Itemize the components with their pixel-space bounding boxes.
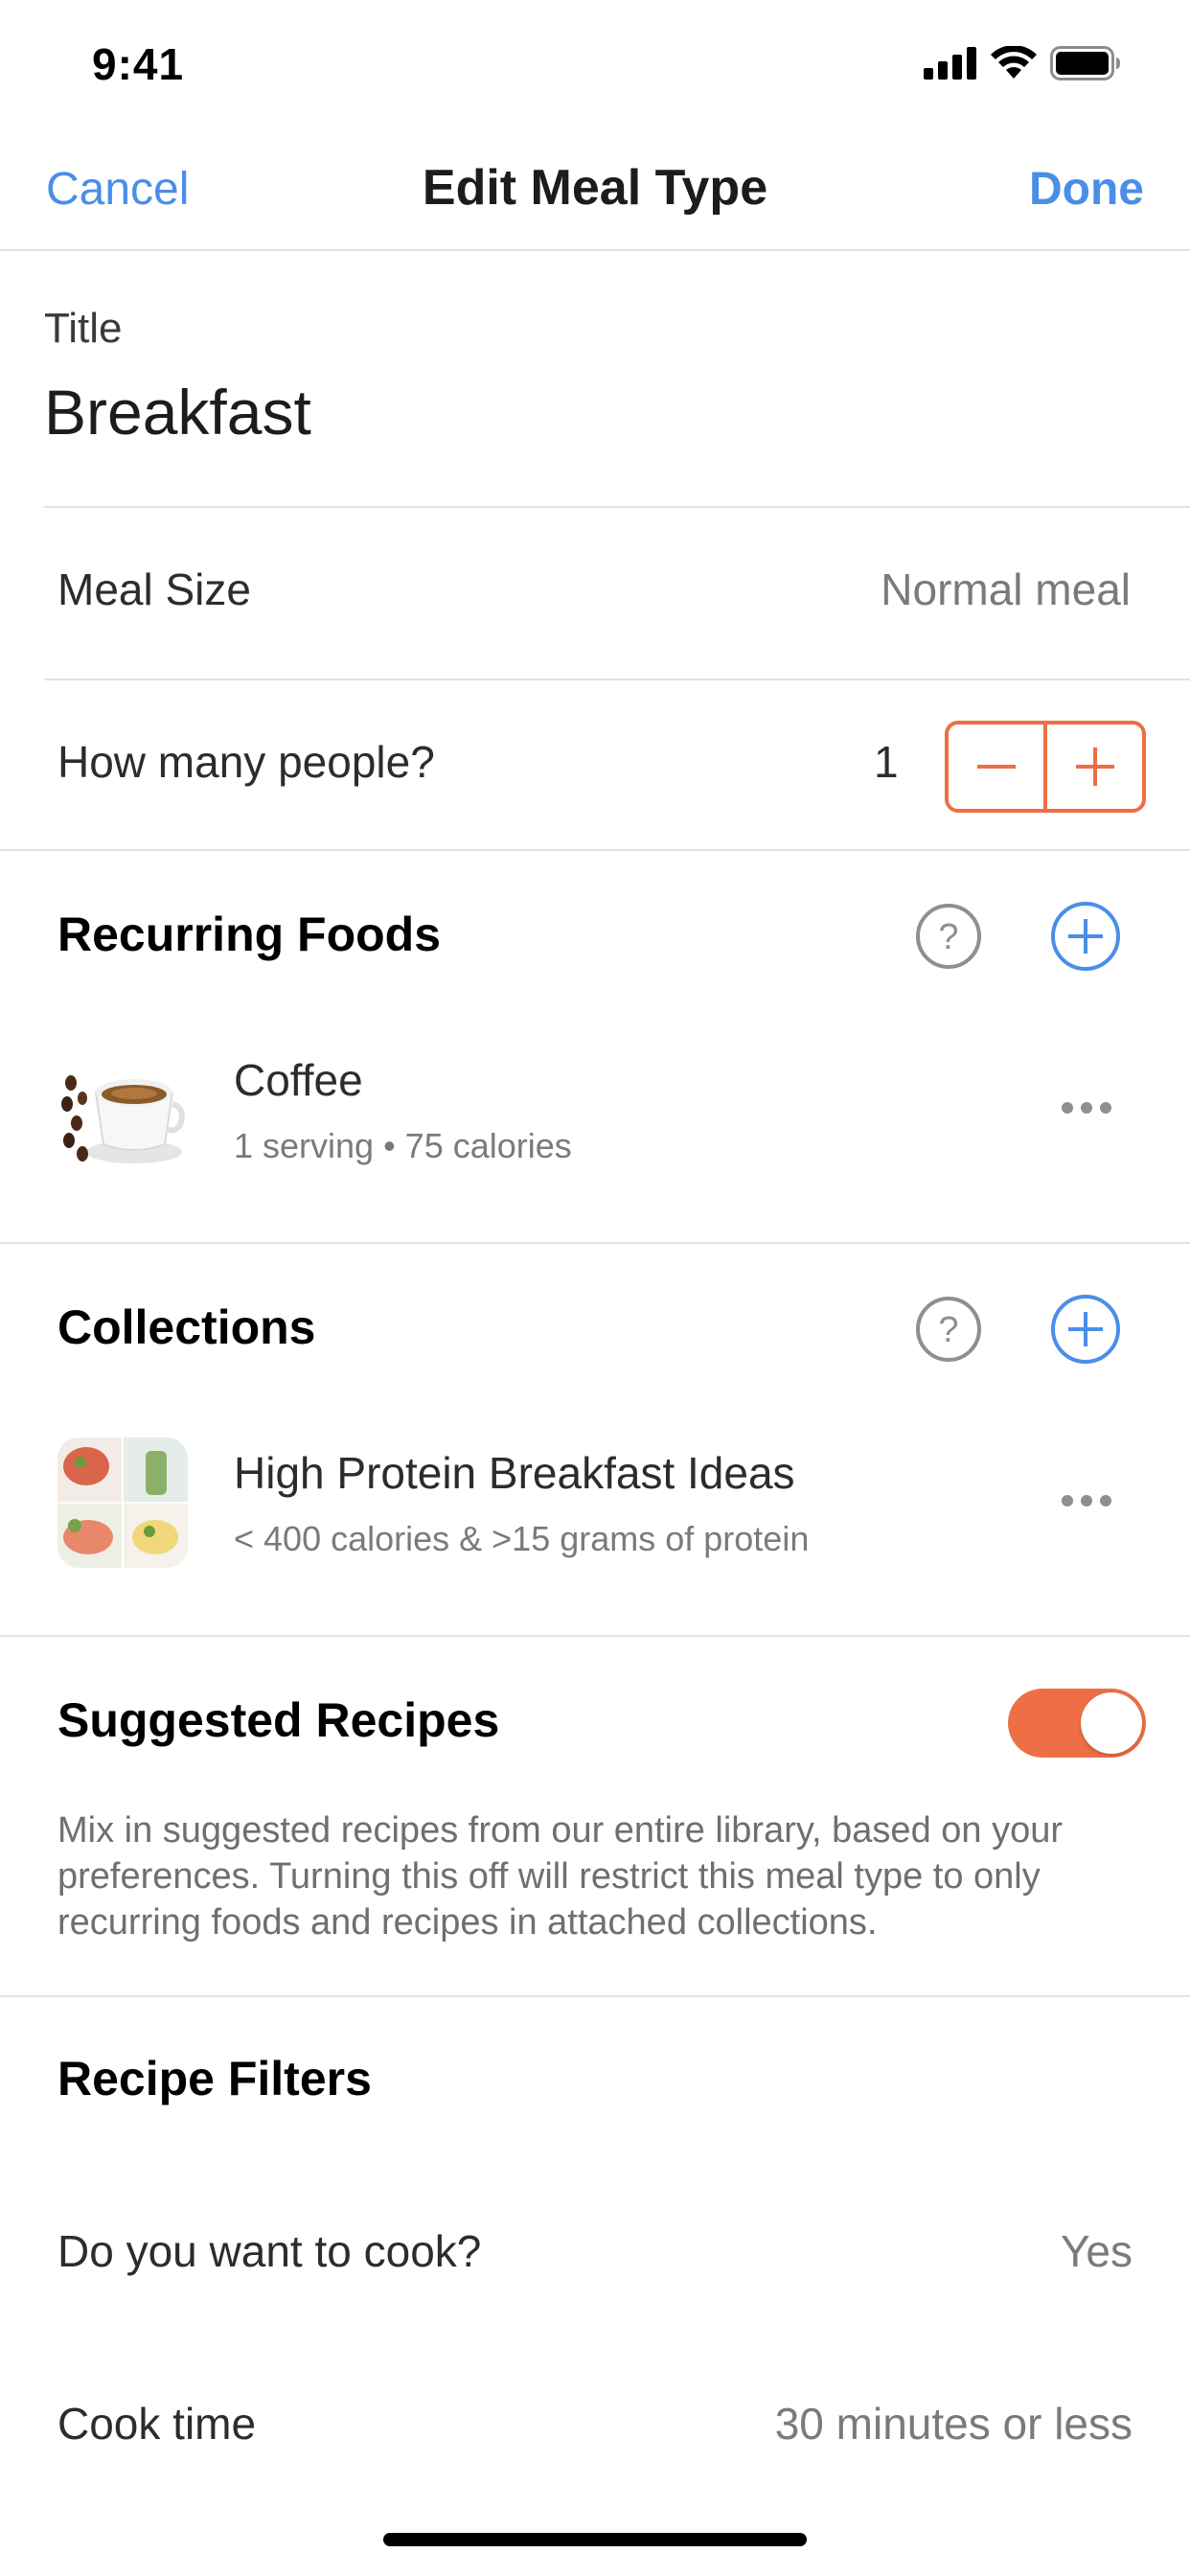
collection-subtitle: < 400 calories & >15 grams of protein <box>234 1519 810 1558</box>
collection-thumbnail <box>57 1438 188 1568</box>
meal-size-value: Normal meal <box>881 564 1131 614</box>
coffee-cup-thumbnail <box>57 1045 188 1175</box>
suggested-recipes-description: Mix in suggested recipes from our entire… <box>57 1810 1064 1943</box>
people-stepper <box>945 721 1146 813</box>
divider <box>0 1995 1190 1997</box>
title-field-value[interactable]: Breakfast <box>44 376 311 448</box>
done-button[interactable]: Done <box>1029 163 1144 216</box>
meal-size-label: Meal Size <box>57 564 251 614</box>
battery-icon <box>1050 46 1120 80</box>
divider <box>0 849 1190 851</box>
cellular-signal-icon <box>924 47 976 80</box>
status-icons <box>924 46 1121 80</box>
recurring-food-subtitle: 1 serving • 75 calories <box>234 1126 572 1165</box>
svg-text:?: ? <box>938 917 958 957</box>
suggested-recipes-heading: Suggested Recipes <box>57 1693 500 1747</box>
recipe-filters-heading: Recipe Filters <box>57 2052 372 2105</box>
recurring-foods-heading: Recurring Foods <box>57 908 442 961</box>
cook-preference-label: Do you want to cook? <box>57 2226 482 2276</box>
title-field[interactable]: Title Breakfast <box>44 251 1190 508</box>
add-recurring-food-icon[interactable] <box>1050 901 1121 972</box>
plus-icon <box>1075 748 1114 786</box>
help-icon[interactable]: ? <box>915 1296 982 1363</box>
cook-time-value: 30 minutes or less <box>774 2399 1133 2449</box>
navigation-bar: Cancel Edit Meal Type Done <box>0 134 1190 251</box>
cook-preference-value: Yes <box>1060 2226 1133 2276</box>
title-field-label: Title <box>44 305 123 352</box>
home-indicator <box>383 2533 807 2546</box>
cook-time-label: Cook time <box>57 2399 257 2449</box>
more-options-icon[interactable] <box>1060 1100 1113 1116</box>
meal-size-row[interactable]: Meal Size Normal meal <box>44 508 1190 680</box>
toggle-knob <box>1081 1692 1142 1754</box>
cook-preference-row[interactable]: Do you want to cook? Yes <box>57 2204 1133 2300</box>
status-bar: 9:41 <box>0 0 1190 134</box>
minus-icon <box>976 765 1016 769</box>
decrement-button[interactable] <box>949 724 1043 809</box>
help-icon[interactable]: ? <box>915 903 982 970</box>
cancel-button[interactable]: Cancel <box>46 163 189 216</box>
wifi-icon <box>991 46 1037 79</box>
cook-time-row[interactable]: Cook time 30 minutes or less <box>57 2377 1133 2472</box>
divider <box>0 1635 1190 1637</box>
collections-heading: Collections <box>57 1300 316 1354</box>
people-label: How many people? <box>57 737 435 787</box>
status-time: 9:41 <box>92 39 185 89</box>
recurring-food-title: Coffee <box>234 1055 363 1105</box>
collection-title: High Protein Breakfast Ideas <box>234 1448 795 1498</box>
svg-text:?: ? <box>938 1310 958 1350</box>
people-row: How many people? 1 <box>44 680 1190 851</box>
people-count: 1 <box>874 737 899 787</box>
more-options-icon[interactable] <box>1060 1493 1113 1508</box>
add-collection-icon[interactable] <box>1050 1294 1121 1365</box>
divider <box>0 1242 1190 1244</box>
suggested-recipes-toggle[interactable] <box>1008 1689 1146 1758</box>
increment-button[interactable] <box>1047 724 1142 809</box>
